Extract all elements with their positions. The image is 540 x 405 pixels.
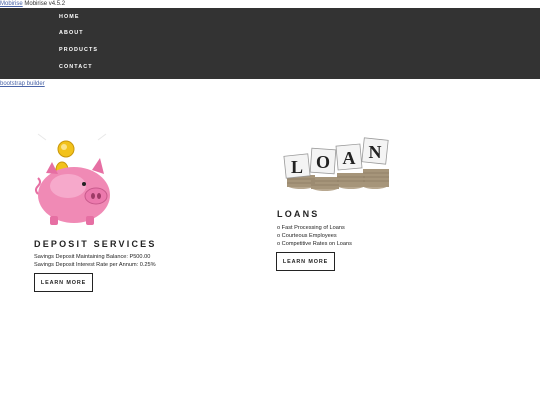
deposit-title: DEPOSIT SERVICES bbox=[34, 239, 157, 249]
deposit-line: Savings Deposit Interest Rate per Annum:… bbox=[34, 262, 156, 268]
loans-line: o Competitive Rates on Loans bbox=[277, 241, 352, 247]
nav-item-home[interactable]: HOME bbox=[59, 14, 80, 21]
loan-blocks-icon: L O A N bbox=[279, 135, 391, 199]
loan-letter-l: L bbox=[291, 157, 303, 177]
mobirise-link[interactable]: Mobirise bbox=[0, 1, 23, 7]
bootstrap-builder-link[interactable]: bootstrap builder bbox=[0, 80, 45, 88]
loans-title: LOANS bbox=[277, 209, 320, 219]
nav-item-products[interactable]: PRODUCTS bbox=[59, 47, 98, 54]
nav-item-contact[interactable]: CONTACT bbox=[59, 64, 93, 71]
loan-letter-o: O bbox=[316, 152, 330, 172]
nav-item-about[interactable]: ABOUT bbox=[59, 30, 84, 37]
loan-letter-a: A bbox=[343, 148, 356, 168]
loan-letter-n: N bbox=[369, 142, 382, 162]
loans-learn-more-button[interactable]: LEARN MORE bbox=[276, 252, 335, 271]
version-text: Mobirise v4.5.2 bbox=[22, 1, 66, 7]
piggy-bank-icon bbox=[34, 128, 118, 228]
navbar: HOME ABOUT PRODUCTS CONTACT bbox=[0, 8, 540, 79]
deposit-learn-more-button[interactable]: LEARN MORE bbox=[34, 273, 93, 292]
